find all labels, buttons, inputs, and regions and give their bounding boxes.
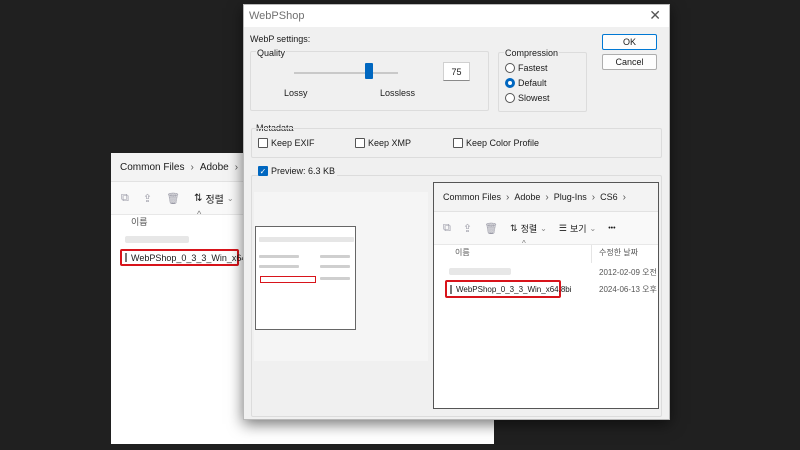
column-header-name[interactable]: 이름	[455, 247, 470, 258]
thumbnail-row	[259, 265, 299, 268]
chevron-right-icon: ›	[622, 191, 626, 203]
ok-button[interactable]: OK	[602, 34, 657, 50]
file-name: WebPShop_0_3_3_Win_x64.8bi	[456, 284, 572, 294]
quality-slider-thumb[interactable]	[365, 63, 373, 79]
sort-caret-icon: ^	[522, 239, 526, 248]
radio-fastest[interactable]: Fastest	[505, 63, 548, 73]
breadcrumb-cs6[interactable]: CS6	[600, 192, 618, 202]
more-options-icon[interactable]: •••	[608, 225, 615, 232]
delete-icon[interactable]: 🗑	[484, 222, 498, 235]
blurred-row	[125, 236, 189, 243]
compression-label: Compression	[504, 48, 560, 58]
chevron-right-icon: ›	[545, 191, 549, 203]
radio-button	[505, 93, 515, 103]
thumbnail-row	[259, 255, 299, 258]
breadcrumb-common-files[interactable]: Common Files	[120, 162, 184, 173]
close-icon[interactable]: ✕	[649, 8, 661, 22]
share-icon[interactable]: ⇪	[143, 192, 152, 205]
sort-label: 정렬	[205, 194, 224, 206]
chevron-right-icon: ›	[190, 161, 194, 173]
row-date: 2024-06-13 오후	[599, 285, 657, 294]
highlighted-file-row[interactable]: WebPShop_0_3_3_Win_x64.8bi	[445, 280, 572, 298]
keep-color-profile-checkbox[interactable]: Keep Color Profile	[453, 138, 539, 148]
column-divider	[591, 245, 592, 263]
radio-button-selected	[505, 78, 515, 88]
checkbox-box	[258, 138, 268, 148]
column-header-name[interactable]: 이름	[131, 215, 148, 228]
preview-explorer-window: Common Files › Adobe › Plug-Ins › CS6 › …	[433, 182, 659, 409]
preview-checkbox[interactable]: ✓ Preview: 6.3 KB	[258, 166, 338, 176]
preview-thumbnail	[255, 226, 356, 330]
radio-button	[505, 63, 515, 73]
sort-button[interactable]: ⇅ 정렬 ⌄	[510, 222, 547, 235]
row-date: 2012-02-09 오전	[599, 268, 657, 277]
view-button[interactable]: ☰ 보기 ⌄	[559, 222, 596, 235]
checkbox-box-checked: ✓	[258, 166, 268, 176]
breadcrumb-plug-ins[interactable]: Plug-Ins	[554, 192, 587, 202]
thumbnail-row	[320, 265, 350, 268]
checkbox-box	[453, 138, 463, 148]
copy-icon[interactable]: ⧉	[121, 192, 129, 205]
toolbar: ⧉ ⇪ 🗑 ⇅ 정렬 ⌄ ☰ 보기 ⌄ •••	[434, 212, 658, 245]
delete-icon[interactable]: 🗑	[166, 192, 180, 205]
blurred-row	[449, 268, 511, 275]
cancel-button[interactable]: Cancel	[602, 54, 657, 70]
title-bar: WebPShop ✕	[244, 5, 669, 27]
keep-xmp-checkbox[interactable]: Keep XMP	[355, 138, 411, 148]
preview-label: Preview: 6.3 KB	[271, 166, 336, 176]
view-icon: ☰	[558, 222, 567, 233]
webp-settings-label: WebP settings:	[250, 34, 311, 44]
quality-value-input[interactable]: 75	[443, 62, 470, 81]
radio-slowest[interactable]: Slowest	[505, 93, 550, 103]
quality-group	[250, 51, 489, 111]
column-header-modified[interactable]: 수정한 날짜	[599, 247, 638, 258]
sort-button[interactable]: ⇅ 정렬 ⌄	[194, 191, 234, 206]
highlighted-file-row[interactable]: WebPShop_0_3_3_Win_x64.8bi	[120, 249, 261, 266]
file-icon	[125, 253, 127, 262]
checkbox-label: Keep Color Profile	[466, 138, 540, 148]
radio-default[interactable]: Default	[505, 78, 547, 88]
quality-label: Quality	[256, 48, 287, 58]
chevron-right-icon: ›	[591, 191, 596, 203]
breadcrumb: Common Files › Adobe › Plug-Ins › CS6 ›	[434, 183, 658, 212]
sort-icon: ⇅	[194, 192, 203, 204]
thumbnail-highlight	[260, 276, 316, 283]
sort-label: 정렬	[520, 223, 538, 234]
sort-caret-icon: ^	[197, 209, 202, 219]
chevron-down-icon: ⌄	[540, 223, 547, 233]
thumbnail-row	[320, 277, 350, 280]
checkbox-label: Keep XMP	[368, 138, 412, 148]
thumbnail-row	[259, 237, 354, 242]
checkbox-label: Keep EXIF	[271, 138, 315, 148]
chevron-down-icon: ⌄	[589, 223, 597, 233]
chevron-down-icon: ⌄	[226, 193, 234, 203]
lossy-label: Lossy	[284, 88, 308, 98]
share-icon[interactable]: ⇪	[463, 222, 472, 235]
keep-exif-checkbox[interactable]: Keep EXIF	[258, 138, 315, 148]
dialog-title: WebPShop	[249, 10, 305, 22]
breadcrumb-common-files[interactable]: Common Files	[443, 192, 501, 202]
radio-label: Default	[518, 78, 547, 88]
file-icon	[450, 284, 452, 294]
breadcrumb-adobe[interactable]: Adobe	[514, 192, 540, 202]
webpshop-dialog: WebPShop ✕ WebP settings: Quality Lossy …	[243, 4, 670, 420]
thumbnail-row	[320, 255, 350, 258]
chevron-right-icon: ›	[506, 191, 510, 203]
breadcrumb-adobe[interactable]: Adobe	[200, 162, 229, 173]
view-label: 보기	[569, 223, 587, 234]
radio-label: Slowest	[518, 93, 550, 103]
quality-slider-track[interactable]	[294, 72, 398, 74]
radio-label: Fastest	[518, 63, 548, 73]
sort-icon: ⇅	[510, 222, 518, 233]
chevron-right-icon: ›	[234, 161, 239, 173]
checkbox-box	[355, 138, 365, 148]
lossless-label: Lossless	[380, 88, 416, 98]
copy-icon[interactable]: ⧉	[443, 222, 451, 235]
file-name: WebPShop_0_3_3_Win_x64.8bi	[131, 252, 261, 263]
